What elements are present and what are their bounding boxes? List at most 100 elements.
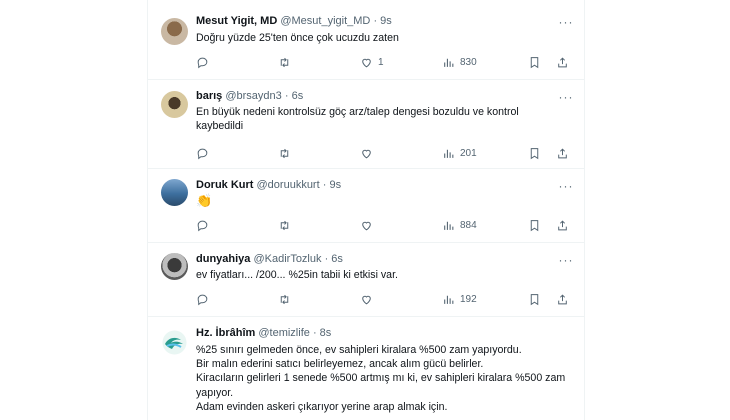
- tweet-text: %25 sınırı gelmeden önce, ev sahipleri k…: [196, 343, 566, 414]
- reply-icon: [197, 294, 208, 305]
- tweet-actions: 1 830: [196, 54, 576, 70]
- tweet-header: barış @brsaydn3 · 6s: [196, 89, 303, 103]
- share-icon: [558, 56, 567, 67]
- bookmark-icon: [530, 147, 539, 159]
- user-handle[interactable]: @Mesut_yigit_MD: [280, 15, 370, 27]
- views-icon: [444, 295, 454, 304]
- view-count: 201: [460, 147, 477, 159]
- tweet[interactable]: Hz. İbrâhîm @temizlife · 8s %25 sınırı g…: [148, 316, 584, 420]
- tweet-header: Doruk Kurt @doruukkurt · 9s: [196, 178, 341, 192]
- views-icon: [444, 221, 454, 230]
- avatar-logo-icon: [162, 330, 187, 355]
- retweet-icon: [280, 294, 289, 304]
- user-handle[interactable]: @doruukkurt: [257, 179, 320, 191]
- tweet-actions: 201: [196, 145, 576, 161]
- share-icon: [558, 219, 567, 230]
- views-button[interactable]: 884: [442, 217, 477, 233]
- user-handle[interactable]: @brsaydn3: [225, 90, 281, 102]
- tweet[interactable]: Doruk Kurt @doruukkurt · 9s ··· 👏 884: [148, 168, 584, 243]
- bookmark-icon: [530, 56, 539, 68]
- display-name[interactable]: Doruk Kurt: [196, 179, 253, 191]
- heart-icon: [362, 58, 371, 67]
- more-icon[interactable]: ···: [558, 16, 574, 28]
- tweet[interactable]: barış @brsaydn3 · 6s ··· En büyük nedeni…: [148, 79, 584, 169]
- tweet-actions: 884: [196, 217, 576, 233]
- share-button[interactable]: [556, 291, 569, 307]
- like-button[interactable]: [360, 145, 378, 161]
- tweet-text: Doğru yüzde 25'ten önce çok ucuzdu zaten: [196, 32, 399, 44]
- tweet-text: 👏: [196, 193, 213, 208]
- display-name[interactable]: dunyahiya: [196, 253, 250, 265]
- tweet-header: Hz. İbrâhîm @temizlife · 8s: [196, 326, 331, 340]
- retweet-button[interactable]: [278, 145, 291, 161]
- bookmark-button[interactable]: [528, 291, 541, 307]
- heart-icon: [362, 221, 371, 230]
- separator-dot: ·: [373, 15, 378, 27]
- like-button[interactable]: 1: [360, 54, 384, 70]
- tweet-time[interactable]: 9s: [380, 15, 392, 27]
- share-button[interactable]: [556, 54, 569, 70]
- avatar[interactable]: [161, 329, 188, 356]
- retweet-icon: [280, 148, 289, 158]
- avatar[interactable]: [161, 91, 188, 118]
- like-button[interactable]: [360, 291, 378, 307]
- bookmark-button[interactable]: [528, 145, 541, 161]
- separator-dot: ·: [324, 253, 329, 265]
- retweet-button[interactable]: [278, 54, 291, 70]
- tweet[interactable]: dunyahiya @KadirTozluk · 6s ··· ev fiyat…: [148, 242, 584, 317]
- retweet-button[interactable]: [278, 291, 291, 307]
- user-handle[interactable]: @temizlife: [258, 327, 310, 339]
- views-button[interactable]: 830: [442, 54, 477, 70]
- tweet-header: dunyahiya @KadirTozluk · 6s: [196, 252, 343, 266]
- retweet-button[interactable]: [278, 217, 291, 233]
- reply-icon: [197, 148, 208, 159]
- share-button[interactable]: [556, 145, 569, 161]
- display-name[interactable]: Hz. İbrâhîm: [196, 327, 255, 339]
- avatar[interactable]: [161, 179, 188, 206]
- display-name[interactable]: Mesut Yigit, MD: [196, 15, 277, 27]
- share-icon: [558, 293, 567, 304]
- display-name[interactable]: barış: [196, 90, 222, 102]
- retweet-icon: [280, 220, 289, 230]
- tweet-actions: 192: [196, 291, 576, 307]
- tweet-text-line: %25 sınırı gelmeden önce, ev sahipleri k…: [196, 344, 522, 356]
- bookmark-button[interactable]: [528, 217, 541, 233]
- views-button[interactable]: 192: [442, 291, 477, 307]
- tweet-text-line: Adam evinden askeri çıkarıyor yerine ara…: [196, 400, 448, 413]
- reply-button[interactable]: [196, 145, 209, 161]
- view-count: 884: [460, 219, 477, 231]
- tweet[interactable]: Mesut Yigit, MD @Mesut_yigit_MD · 9s ···…: [148, 0, 584, 80]
- share-button[interactable]: [556, 217, 569, 233]
- reply-button[interactable]: [196, 217, 209, 233]
- bookmark-button[interactable]: [528, 54, 541, 70]
- avatar[interactable]: [161, 18, 188, 45]
- tweet-time[interactable]: 9s: [329, 179, 341, 191]
- retweet-icon: [280, 57, 289, 67]
- reply-button[interactable]: [196, 54, 209, 70]
- heart-icon: [362, 295, 371, 304]
- tweet-header: Mesut Yigit, MD @Mesut_yigit_MD · 9s: [196, 14, 392, 28]
- reply-button[interactable]: [196, 291, 209, 307]
- tweet-time[interactable]: 6s: [331, 253, 343, 265]
- tweet-text: En büyük nedeni kontrolsüz göç arz/talep…: [196, 106, 519, 133]
- share-icon: [558, 147, 567, 158]
- tweet-text-line: Bir malın ederini satıcı belirleyemez, a…: [196, 358, 484, 371]
- view-count: 192: [460, 293, 477, 305]
- heart-icon: [362, 149, 371, 158]
- more-icon[interactable]: ···: [558, 254, 574, 266]
- views-button[interactable]: 201: [442, 145, 477, 161]
- separator-dot: ·: [312, 327, 317, 339]
- more-icon[interactable]: ···: [558, 91, 574, 103]
- views-icon: [444, 58, 454, 67]
- views-icon: [444, 149, 454, 158]
- like-button[interactable]: [360, 217, 378, 233]
- separator-dot: ·: [322, 179, 327, 191]
- user-handle[interactable]: @KadirTozluk: [253, 253, 321, 265]
- like-count: 1: [378, 56, 384, 68]
- more-icon[interactable]: ···: [558, 180, 574, 192]
- timeline-column: Mesut Yigit, MD @Mesut_yigit_MD · 9s ···…: [147, 0, 585, 420]
- avatar[interactable]: [161, 253, 188, 280]
- tweet-text-line: Kiracıların gelirleri 1 senede %500 artm…: [196, 372, 566, 399]
- tweet-time[interactable]: 6s: [292, 90, 304, 102]
- tweet-time[interactable]: 8s: [320, 327, 332, 339]
